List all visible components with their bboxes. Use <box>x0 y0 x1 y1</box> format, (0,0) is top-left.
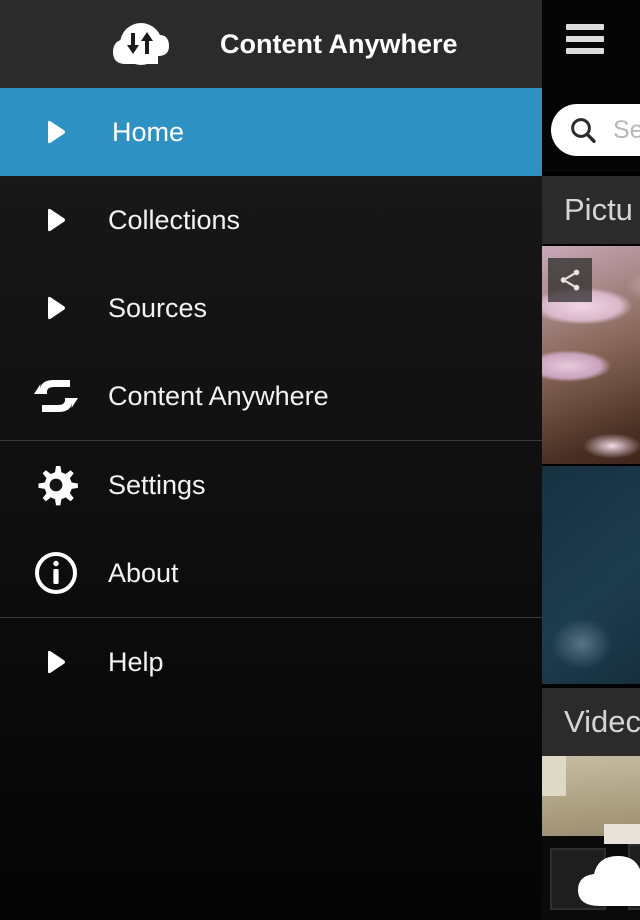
play-arrow-glyph <box>48 120 65 144</box>
thumbnail-anemone[interactable] <box>542 246 640 464</box>
cloud-sync-icon <box>108 16 172 72</box>
sidebar-item-label: Collections <box>108 205 241 235</box>
share-icon[interactable] <box>548 258 592 302</box>
thumbnail-art <box>542 756 566 796</box>
app-root: Se Pictu Videc Content Anywhere Home Col… <box>0 0 640 920</box>
play-arrow-icon <box>30 264 82 352</box>
search-placeholder: Se <box>613 115 640 144</box>
sidebar-item-collections[interactable]: Collections <box>0 176 542 264</box>
cloud-glyph <box>578 856 640 906</box>
play-arrow-glyph <box>48 208 65 232</box>
section-title: Pictu <box>564 192 633 227</box>
sync-arrows-glyph <box>34 380 78 412</box>
search-input[interactable]: Se <box>551 104 640 156</box>
play-arrow-glyph <box>48 650 65 674</box>
sidebar-item-label: Settings <box>108 470 206 500</box>
sync-arrows-icon <box>30 352 82 440</box>
page-title: Content Anywhere <box>220 29 458 59</box>
play-arrow-icon <box>30 88 82 176</box>
cloud-icon[interactable] <box>568 846 640 910</box>
share-glyph <box>560 269 580 291</box>
section-header-pictures: Pictu <box>542 176 640 244</box>
sidebar-item-content-anywhere[interactable]: Content Anywhere <box>0 352 542 440</box>
drawer-header: Content Anywhere <box>0 0 542 88</box>
gear-glyph <box>38 466 78 506</box>
hamburger-menu-icon[interactable] <box>566 24 604 54</box>
sidebar-item-help[interactable]: Help <box>0 618 542 706</box>
section-title: Videc <box>564 704 640 739</box>
sidebar-item-label: Home <box>112 117 185 147</box>
sidebar-item-home[interactable]: Home <box>0 88 542 176</box>
info-circle-glyph <box>35 552 77 594</box>
sidebar-item-about[interactable]: About <box>0 529 542 617</box>
play-arrow-glyph <box>48 296 65 320</box>
gear-icon <box>30 441 82 529</box>
sidebar-item-label: About <box>108 558 179 588</box>
sidebar-item-settings[interactable]: Settings <box>0 441 542 529</box>
cloud-sync-glyph <box>113 23 169 65</box>
thumbnail-jellyfish[interactable] <box>542 466 640 684</box>
info-circle-icon <box>30 529 82 617</box>
sidebar-item-label: Content Anywhere <box>108 381 329 411</box>
hamburger-bar <box>566 36 604 42</box>
hamburger-bar <box>566 24 604 30</box>
sidebar-item-sources[interactable]: Sources <box>0 264 542 352</box>
sidebar-item-label: Sources <box>108 293 208 323</box>
section-header-videos: Videc <box>542 688 640 756</box>
play-arrow-icon <box>30 176 82 264</box>
navigation-drawer: Content Anywhere Home Collections Source… <box>0 0 542 920</box>
play-arrow-icon <box>30 618 82 706</box>
thumbnail-art <box>604 824 640 844</box>
search-icon <box>571 118 596 143</box>
sidebar-item-label: Help <box>108 647 164 677</box>
hamburger-bar <box>566 48 604 54</box>
